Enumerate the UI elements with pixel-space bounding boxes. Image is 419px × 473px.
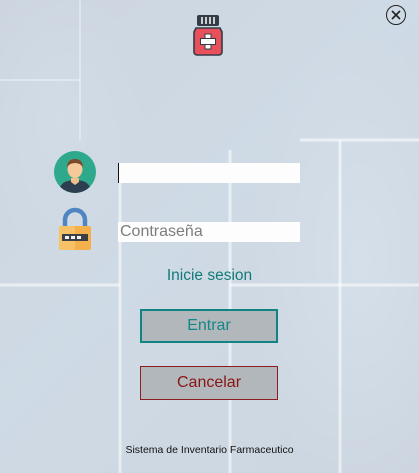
enter-button-label: Entrar — [187, 317, 231, 334]
password-input[interactable] — [118, 222, 300, 242]
cancel-button[interactable]: Cancelar — [140, 366, 278, 400]
user-avatar-icon — [54, 151, 96, 193]
padlock-icon — [59, 207, 91, 250]
cancel-button-label: Cancelar — [176, 374, 242, 391]
username-input[interactable] — [118, 163, 300, 183]
login-prompt-label: Inicie sesion — [166, 267, 253, 284]
close-icon — [391, 10, 401, 20]
close-button[interactable] — [386, 5, 406, 25]
enter-button[interactable]: Entrar — [140, 309, 278, 343]
login-window: Inicie sesion Entrar Cancelar Sistema de… — [0, 0, 419, 473]
footer-app-name: Sistema de Inventario Farmaceutico — [125, 444, 294, 456]
medicine-bottle-icon — [193, 15, 223, 56]
